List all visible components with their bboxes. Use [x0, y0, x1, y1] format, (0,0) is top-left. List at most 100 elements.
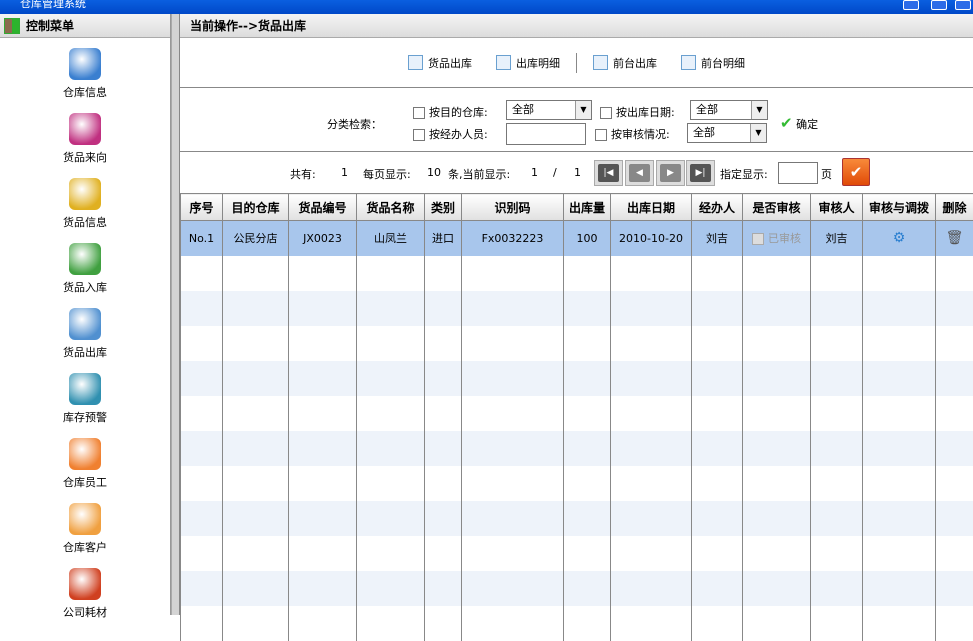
date-select[interactable]: 全部▼ — [690, 100, 768, 120]
first-page-button[interactable]: |◀ — [594, 160, 623, 186]
column-header: 货品名称 — [357, 194, 425, 221]
column-header: 识别码 — [462, 194, 564, 221]
sidebar-header: 控制菜单 — [0, 14, 170, 38]
maximize-button[interactable] — [931, 0, 947, 10]
empty-row — [181, 501, 973, 536]
menu-icon — [69, 503, 101, 535]
empty-row — [181, 396, 973, 431]
empty-row — [181, 361, 973, 396]
handler-checkbox[interactable] — [413, 129, 425, 141]
handler-filter-label: 按经办人员: — [429, 128, 488, 141]
add-doc-icon — [408, 55, 423, 70]
front-detail-label: 前台明细 — [701, 55, 745, 71]
cell-audited: 已审核 — [743, 221, 811, 256]
column-header: 出库量 — [564, 194, 611, 221]
pager: 共有: 1 每页显示: 10 条,当前显示: 1 / 1 |◀ ◀ ▶ ▶| 指… — [180, 152, 973, 193]
audited-checkbox — [752, 233, 764, 245]
breadcrumb: 当前操作-->货品出库 — [180, 14, 973, 38]
last-page-button[interactable]: ▶| — [686, 160, 715, 186]
sidebar-item[interactable]: 货品来向 — [0, 103, 170, 168]
close-button[interactable] — [955, 0, 971, 10]
sidebar-item[interactable]: 公司耗材 — [0, 558, 170, 623]
menu-icon — [69, 308, 101, 340]
goto-page-input[interactable] — [778, 162, 818, 184]
handler-input[interactable] — [506, 123, 586, 145]
outbound-detail-button[interactable]: 出库明细 — [484, 55, 572, 71]
warehouse-filter[interactable]: 按目的仓库: — [413, 104, 488, 120]
audit-select-value: 全部 — [693, 126, 715, 139]
audit-checkbox[interactable] — [595, 129, 607, 141]
front-detail-button[interactable]: 前台明细 — [669, 55, 757, 71]
splitter[interactable] — [171, 14, 180, 615]
cell-date: 2010-10-20 — [611, 221, 692, 256]
sidebar-item-label: 仓库客户 — [63, 541, 107, 554]
column-header: 审核人 — [811, 194, 863, 221]
menu-icon — [69, 438, 101, 470]
date-filter-label: 按出库日期: — [616, 106, 675, 119]
handler-filter[interactable]: 按经办人员: — [413, 126, 488, 142]
sidebar: 控制菜单 仓库信息货品来向货品信息货品入库货品出库库存预警仓库员工仓库客户公司耗… — [0, 14, 171, 615]
sidebar-item[interactable]: 仓库客户 — [0, 493, 170, 558]
sidebar-item[interactable]: 仓库信息 — [0, 38, 170, 103]
column-header: 经办人 — [692, 194, 743, 221]
page-unit: 页 — [821, 166, 832, 182]
per-page-value: 10 — [427, 166, 441, 179]
warehouse-checkbox[interactable] — [413, 107, 425, 119]
warehouse-select[interactable]: 全部▼ — [506, 100, 592, 120]
outbound-label: 货品出库 — [428, 55, 472, 71]
window-titlebar: 仓库管理系统 — [0, 0, 973, 14]
front-outbound-label: 前台出库 — [613, 55, 657, 71]
sidebar-item-label: 货品出库 — [63, 346, 107, 359]
warehouse-filter-label: 按目的仓库: — [429, 106, 488, 119]
chevron-down-icon: ▼ — [575, 101, 591, 119]
empty-row — [181, 291, 973, 326]
chevron-down-icon: ▼ — [751, 101, 767, 119]
check-icon: ✔ — [850, 163, 863, 181]
current-label: 条,当前显示: — [448, 166, 510, 182]
front-outbound-button[interactable]: 前台出库 — [581, 55, 669, 71]
prev-page-button[interactable]: ◀ — [625, 160, 654, 186]
outbound-detail-label: 出库明细 — [516, 55, 560, 71]
date-filter[interactable]: 按出库日期: — [600, 104, 675, 120]
trash-icon[interactable]: 🗑 — [946, 230, 964, 246]
next-page-button[interactable]: ▶ — [656, 160, 685, 186]
page-count: 1 — [574, 166, 581, 179]
main-panel: 当前操作-->货品出库 货品出库 出库明细 前台出库 前台明细 分类检索： 按目… — [180, 14, 973, 615]
minimize-button[interactable] — [903, 0, 919, 10]
sidebar-item[interactable]: 仓库员工 — [0, 428, 170, 493]
sidebar-item[interactable]: 货品信息 — [0, 168, 170, 233]
cell-auditor: 刘吉 — [811, 221, 863, 256]
sidebar-item-label: 仓库员工 — [63, 476, 107, 489]
sidebar-item-label: 仓库信息 — [63, 86, 107, 99]
cell-handler: 刘吉 — [692, 221, 743, 256]
confirm-button[interactable]: ✔ 确定 — [780, 114, 818, 132]
outbound-button[interactable]: 货品出库 — [396, 55, 484, 71]
per-page-label: 每页显示: — [363, 166, 411, 182]
toolbar: 货品出库 出库明细 前台出库 前台明细 — [180, 38, 973, 88]
audit-select[interactable]: 全部▼ — [687, 123, 767, 143]
date-checkbox[interactable] — [600, 107, 612, 119]
filter-label: 分类检索： — [327, 116, 382, 132]
next-page-icon: ▶ — [660, 164, 681, 182]
sidebar-item-label: 公司耗材 — [63, 606, 107, 619]
menu-icon — [69, 178, 101, 210]
filter-panel: 分类检索： 按目的仓库: 全部▼ 按经办人员: 按出库日期: 全部▼ 按审核情况… — [180, 88, 973, 152]
check-icon: ✔ — [780, 114, 793, 132]
toolbar-divider — [576, 53, 577, 73]
sidebar-item-label: 库存预警 — [63, 411, 107, 424]
table-row[interactable]: No.1公民分店JX0023山凤兰进口Fx00322231002010-10-2… — [181, 221, 973, 256]
total-count: 1 — [341, 166, 348, 179]
empty-row — [181, 536, 973, 571]
menu-icon — [69, 48, 101, 80]
column-header: 审核与调拨 — [863, 194, 936, 221]
empty-row — [181, 431, 973, 466]
goto-page-button[interactable]: ✔ — [842, 158, 870, 186]
sidebar-item[interactable]: 库存预警 — [0, 363, 170, 428]
first-page-icon: |◀ — [598, 164, 619, 182]
column-header: 是否审核 — [743, 194, 811, 221]
menu-icon — [69, 568, 101, 600]
sidebar-item[interactable]: 货品出库 — [0, 298, 170, 363]
gear-icon[interactable]: ⚙ — [893, 230, 906, 246]
sidebar-item[interactable]: 货品入库 — [0, 233, 170, 298]
audit-filter[interactable]: 按审核情况: — [595, 126, 670, 142]
